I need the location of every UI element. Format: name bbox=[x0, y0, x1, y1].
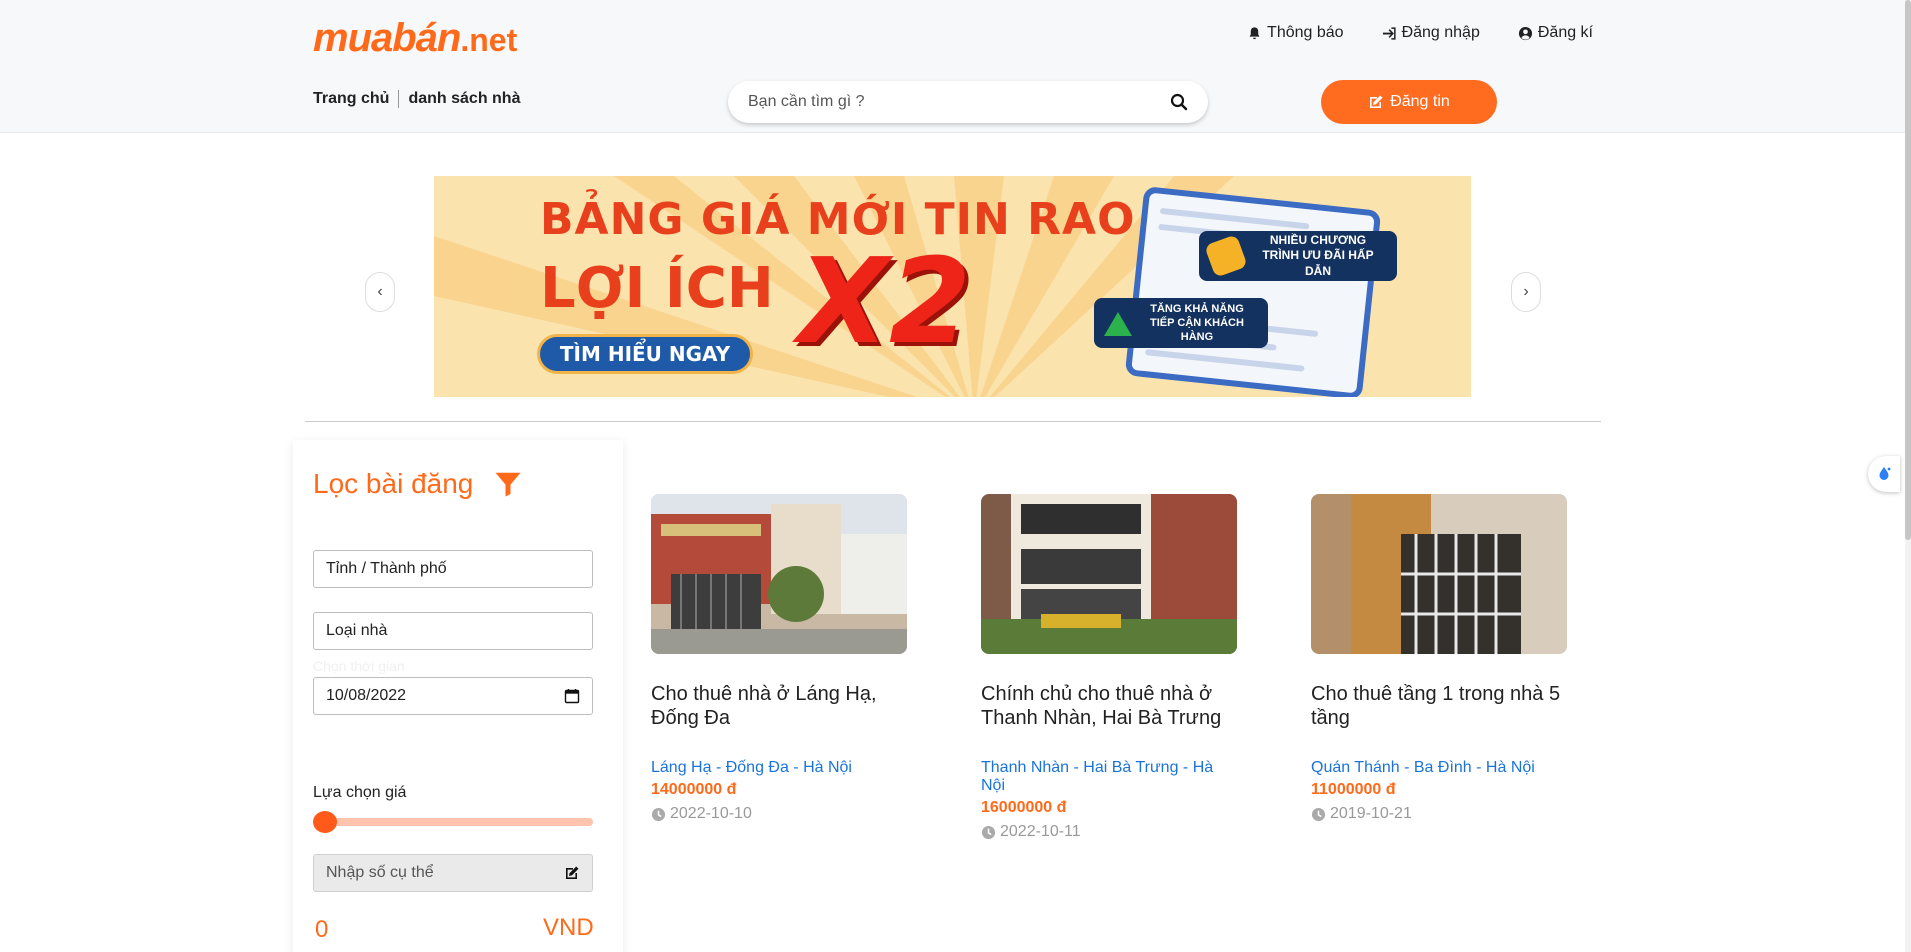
listing-image[interactable] bbox=[1311, 494, 1567, 654]
calendar-icon[interactable] bbox=[564, 688, 580, 704]
banner-subheadline: LỢI ÍCH bbox=[540, 256, 774, 321]
bell-icon bbox=[1249, 26, 1260, 39]
carousel-prev-button[interactable]: ‹ bbox=[365, 272, 395, 312]
listing-photo-lang-ha bbox=[651, 494, 907, 654]
filter-funnel-icon bbox=[495, 472, 521, 497]
listing-date: 2019-10-21 bbox=[1311, 805, 1567, 823]
city-select[interactable]: Tỉnh / Thành phố bbox=[313, 550, 593, 588]
carousel-next-button[interactable]: › bbox=[1511, 272, 1541, 312]
banner-x2: X2 bbox=[798, 232, 972, 370]
search-input[interactable] bbox=[748, 93, 1170, 111]
notifications-label: Thông báo bbox=[1267, 24, 1344, 41]
listing-title[interactable]: Chính chủ cho thuê nhà ở Thanh Nhàn, Hai… bbox=[981, 682, 1237, 730]
promo-banner[interactable]: BẢNG GIÁ MỚI TIN RAO LỢI ÍCH X2 TÌM HIỂU… bbox=[434, 176, 1471, 397]
date-value: 10/08/2022 bbox=[326, 687, 407, 704]
price-slider-track[interactable] bbox=[313, 818, 593, 826]
clock-icon bbox=[981, 825, 996, 839]
listing-photo-thanh-nhan bbox=[981, 494, 1237, 654]
login-link[interactable]: Đăng nhập bbox=[1382, 24, 1480, 42]
listing-location[interactable]: Thanh Nhàn - Hai Bà Trưng - Hà Nội bbox=[981, 759, 1237, 795]
register-link[interactable]: Đăng kí bbox=[1518, 24, 1593, 42]
listing-image[interactable] bbox=[651, 494, 907, 654]
listing-photo-quan-thanh bbox=[1311, 494, 1567, 654]
listing-price: 14000000 đ bbox=[651, 781, 737, 798]
price-slider[interactable] bbox=[313, 811, 593, 833]
listing-card[interactable]: Cho thuê tầng 1 trong nhà 5 tầng Quán Th… bbox=[1311, 494, 1567, 823]
banner-tag-reach-label: TĂNG KHẢ NĂNG TIẾP CẬN KHÁCH HÀNG bbox=[1150, 302, 1244, 344]
edit-icon bbox=[1370, 95, 1383, 108]
price-slider-handle[interactable] bbox=[313, 811, 337, 833]
banner-cta-button[interactable]: TÌM HIỂU NGAY bbox=[537, 334, 753, 374]
listing-price: 11000000 đ bbox=[1311, 781, 1396, 798]
specific-price-placeholder: Nhập số cụ thể bbox=[326, 864, 434, 881]
price-unit: VND bbox=[543, 914, 594, 941]
listing-date-text: 2019-10-21 bbox=[1330, 805, 1412, 822]
login-label: Đăng nhập bbox=[1401, 24, 1480, 41]
search-box bbox=[728, 81, 1208, 123]
logo-brand: muabán bbox=[313, 16, 461, 60]
discount-tag-icon bbox=[1204, 234, 1248, 278]
register-label: Đăng kí bbox=[1537, 24, 1593, 41]
water-drop-icon bbox=[1879, 467, 1891, 480]
listing-title[interactable]: Cho thuê nhà ở Láng Hạ, Đống Đa bbox=[651, 682, 907, 730]
specific-price-input[interactable]: Nhập số cụ thể bbox=[313, 854, 593, 892]
listing-card[interactable]: Chính chủ cho thuê nhà ở Thanh Nhàn, Hai… bbox=[981, 494, 1237, 841]
banner-tag-promotions-label: NHIỀU CHƯƠNG TRÌNH ƯU ĐÃI HẤP DẪN bbox=[1262, 232, 1374, 278]
top-links: Thông báo Đăng nhập Đăng kí bbox=[1247, 24, 1593, 42]
logo-tld: .net bbox=[460, 22, 518, 58]
listing-date: 2022-10-11 bbox=[981, 823, 1237, 841]
clock-icon bbox=[651, 807, 666, 821]
listing-date-text: 2022-10-10 bbox=[670, 805, 752, 822]
listing-image[interactable] bbox=[981, 494, 1237, 654]
filter-title-text: Lọc bài đăng bbox=[313, 468, 474, 499]
time-hint: Chọn thời gian bbox=[313, 658, 405, 674]
growth-triangle-icon bbox=[1104, 312, 1132, 336]
filter-panel: Lọc bài đăng Tỉnh / Thành phố Loại nhà C… bbox=[293, 440, 623, 952]
price-label: Lựa chọn giá bbox=[313, 784, 407, 801]
edit-icon[interactable] bbox=[564, 865, 580, 881]
section-divider bbox=[305, 421, 1601, 422]
post-listing-label: Đăng tin bbox=[1390, 93, 1450, 110]
page-scrollbar[interactable] bbox=[1905, 0, 1911, 952]
listing-date: 2022-10-10 bbox=[651, 805, 907, 823]
listing-location[interactable]: Quán Thánh - Ba Đình - Hà Nội bbox=[1311, 759, 1567, 777]
user-circle-icon bbox=[1518, 26, 1532, 40]
site-header: muabán .net Thông báo Đăng nhập Đăng kí … bbox=[0, 0, 1911, 133]
listing-location[interactable]: Láng Hạ - Đống Đa - Hà Nội bbox=[651, 759, 907, 777]
house-type-select[interactable]: Loại nhà bbox=[313, 612, 593, 650]
clock-icon bbox=[1311, 807, 1326, 821]
listing-card[interactable]: Cho thuê nhà ở Láng Hạ, Đống Đa Láng Hạ … bbox=[651, 494, 907, 823]
nav-home-link[interactable]: Trang chủ bbox=[313, 90, 398, 108]
breadcrumb: Trang chủ danh sách nhà bbox=[313, 90, 529, 108]
notifications-link[interactable]: Thông báo bbox=[1247, 24, 1344, 42]
search-icon[interactable] bbox=[1170, 93, 1188, 111]
date-input[interactable]: 10/08/2022 bbox=[313, 677, 593, 715]
sign-in-icon bbox=[1382, 26, 1396, 40]
listing-price: 16000000 đ bbox=[981, 799, 1067, 816]
price-value: 0 bbox=[315, 916, 329, 943]
accessibility-widget-button[interactable] bbox=[1868, 456, 1900, 492]
banner-tag-reach: TĂNG KHẢ NĂNG TIẾP CẬN KHÁCH HÀNG bbox=[1094, 298, 1268, 348]
post-listing-button[interactable]: Đăng tin bbox=[1321, 80, 1497, 124]
listing-date-text: 2022-10-11 bbox=[1000, 823, 1081, 840]
site-logo[interactable]: muabán .net bbox=[313, 16, 517, 60]
filter-title: Lọc bài đăng bbox=[313, 468, 523, 500]
listing-title[interactable]: Cho thuê tầng 1 trong nhà 5 tầng bbox=[1311, 682, 1567, 730]
page-scrollbar-thumb[interactable] bbox=[1905, 0, 1911, 540]
nav-house-list-link[interactable]: danh sách nhà bbox=[398, 90, 529, 108]
banner-phone-mockup bbox=[1124, 186, 1382, 397]
banner-tag-promotions: NHIỀU CHƯƠNG TRÌNH ƯU ĐÃI HẤP DẪN bbox=[1199, 231, 1397, 281]
